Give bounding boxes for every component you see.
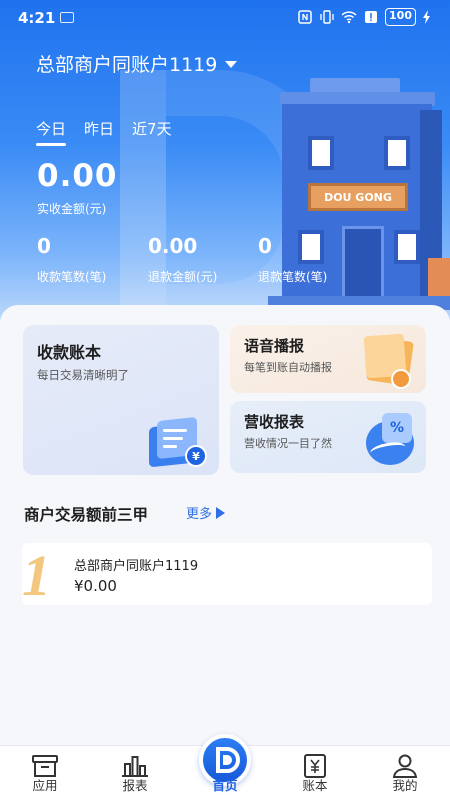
vibrate-icon	[320, 10, 334, 24]
account-name: 总部商户同账户1119	[36, 54, 218, 76]
refund-count-label: 退款笔数(笔)	[258, 270, 328, 284]
ledger-card-subtitle: 每日交易清晰明了	[37, 368, 129, 382]
nav-apps-label: 应用	[32, 778, 58, 793]
nav-mine[interactable]: 我的	[360, 746, 450, 800]
collect-count-value: 0	[37, 234, 51, 258]
report-card-title: 营收报表	[244, 413, 305, 431]
chevron-down-icon	[225, 61, 238, 68]
refund-count-stat: 0 退款笔数(笔)	[258, 234, 327, 285]
more-label: 更多	[186, 507, 213, 522]
ranking-section-title: 商户交易额前三甲	[24, 506, 149, 524]
nav-mine-label: 我的	[392, 778, 418, 793]
account-selector[interactable]: 总部商户同账户1119	[36, 50, 238, 77]
refund-count-value: 0	[258, 234, 272, 258]
voice-card-subtitle: 每笔到账自动播报	[244, 361, 332, 374]
yuan-coin-icon: ¥	[185, 445, 207, 467]
tab-today[interactable]: 今日	[36, 118, 67, 146]
charging-icon	[423, 10, 430, 24]
voice-broadcast-card[interactable]: 语音播报 每笔到账自动播报	[230, 325, 426, 393]
rank-merchant-name: 总部商户同账户1119	[74, 559, 199, 574]
percent-symbol: %	[382, 413, 412, 443]
collect-count-stat: 0 收款笔数(笔)	[37, 234, 106, 285]
status-time: 4:21	[18, 9, 56, 27]
hero-banner: 4:21 100 总部商户同账户1119 今日 昨日 近7天 0.00 实收金额…	[0, 0, 450, 320]
percent-chart-icon: %	[360, 413, 420, 469]
ranking-item[interactable]: 1 总部商户同账户1119 ¥0.00	[22, 543, 432, 605]
tab-last-7-days[interactable]: 近7天	[132, 118, 172, 139]
ledger-card-title: 收款账本	[37, 343, 102, 362]
more-link[interactable]: 更多	[186, 503, 226, 522]
nav-reports-label: 报表	[122, 778, 148, 793]
nav-home[interactable]: 首页	[180, 734, 270, 800]
notification-icon	[60, 12, 74, 23]
refund-amount-value: 0.00	[148, 234, 198, 258]
battery-icon: 100	[385, 8, 416, 26]
actual-amount-label: 实收金额(元)	[37, 202, 107, 216]
wifi-icon	[341, 11, 357, 24]
nfc-icon	[298, 10, 312, 24]
nav-home-label: 首页	[212, 778, 238, 793]
date-tabs: 今日 昨日 近7天	[36, 118, 172, 146]
nav-apps[interactable]: 应用	[0, 746, 90, 800]
status-bar: 4:21 100	[0, 0, 450, 36]
refund-amount-label: 退款金额(元)	[148, 270, 218, 284]
nav-reports[interactable]: 报表	[90, 746, 180, 800]
report-card-subtitle: 营收情况一目了然	[244, 437, 332, 450]
actual-amount-value: 0.00	[37, 158, 118, 194]
alert-icon	[365, 11, 378, 23]
refund-amount-stat: 0.00 退款金额(元)	[148, 234, 217, 285]
revenue-report-card[interactable]: 营收报表 营收情况一目了然 %	[230, 401, 426, 473]
microphone-note-icon	[363, 333, 421, 391]
ledger-doc-icon: ¥	[149, 416, 209, 469]
nav-ledger-label: 账本	[302, 778, 328, 793]
bottom-nav: 应用 报表 首页 账本 我的	[0, 734, 450, 800]
play-arrow-icon	[216, 506, 226, 519]
rank-number: 1	[22, 543, 51, 606]
collect-count-label: 收款笔数(笔)	[37, 270, 107, 284]
nav-ledger[interactable]: 账本	[270, 746, 360, 800]
tab-yesterday[interactable]: 昨日	[84, 118, 114, 139]
store-sign: DOU GONG	[308, 183, 408, 211]
voice-card-title: 语音播报	[244, 337, 305, 355]
ledger-card[interactable]: 收款账本 每日交易清晰明了 ¥	[23, 325, 219, 475]
rank-amount: ¥0.00	[74, 577, 117, 595]
